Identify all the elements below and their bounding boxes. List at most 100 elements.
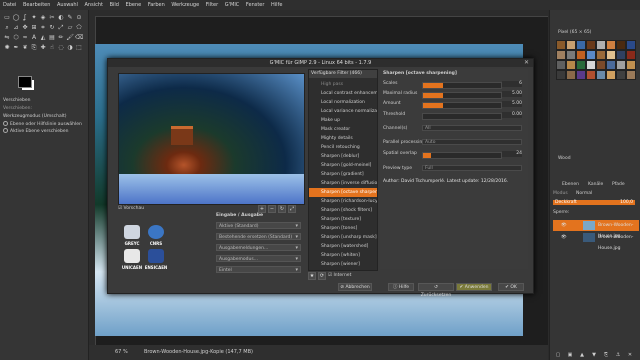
menu-layer[interactable]: Ebene — [126, 2, 142, 8]
scissors-icon[interactable]: ✂ — [48, 14, 56, 22]
pattern-swatch[interactable] — [626, 60, 636, 70]
tab-layers[interactable]: Ebenen — [562, 182, 579, 187]
option-move-active[interactable]: Aktive Ebene verschieben — [3, 128, 69, 134]
heal-icon[interactable]: ✚ — [39, 44, 47, 52]
layer-row[interactable]: 👁 Brown-Wooden-House.jpg — [553, 220, 639, 239]
filter-item[interactable]: Sharpen [inverse diffusion] — [309, 179, 377, 188]
perspective-icon[interactable]: ⬠ — [75, 24, 83, 32]
spatial-overlap-slider[interactable] — [422, 152, 502, 159]
input-layers-select[interactable]: Aktive (Standard) — [216, 222, 301, 230]
eye-icon[interactable]: 👁 — [561, 232, 567, 243]
warp-icon[interactable]: ≈ — [21, 34, 29, 42]
smudge-icon[interactable]: ☝ — [48, 44, 56, 52]
airbrush-icon[interactable]: ✺ — [3, 44, 11, 52]
pattern-swatch[interactable] — [596, 70, 606, 80]
lower-layer-icon[interactable]: ▼ — [590, 352, 598, 358]
ok-button[interactable]: ✔ OK — [498, 283, 524, 291]
eye-icon[interactable]: 👁 — [561, 220, 567, 231]
pattern-swatch[interactable] — [586, 50, 596, 60]
ellipse-select-icon[interactable]: ◯ — [12, 14, 20, 22]
pattern-swatch[interactable] — [576, 40, 586, 50]
pattern-swatch[interactable] — [556, 40, 566, 50]
channels-select[interactable]: All — [422, 125, 522, 131]
preview-checkbox[interactable]: ☑ Vorschau — [118, 206, 144, 211]
menu-help[interactable]: Hilfe — [271, 2, 282, 8]
filter-item[interactable]: Sharpen [unsharp mask] — [309, 233, 377, 242]
text-icon[interactable]: A — [30, 34, 38, 42]
bucket-fill-icon[interactable]: ◭ — [39, 34, 47, 42]
amount-slider[interactable] — [422, 102, 502, 109]
filter-item[interactable]: Mighty details — [309, 134, 377, 143]
shear-icon[interactable]: ▱ — [66, 24, 74, 32]
rect-select-icon[interactable]: ▭ — [3, 14, 11, 22]
zoom-out-icon[interactable]: − — [268, 205, 276, 213]
zoom-fit-icon[interactable]: ⤢ — [288, 205, 296, 213]
rotate-icon[interactable]: ↻ — [48, 24, 56, 32]
paintbrush-icon[interactable]: 🖌 — [66, 34, 74, 42]
filter-item[interactable]: Pencil retouching — [309, 143, 377, 152]
pattern-swatch[interactable] — [626, 40, 636, 50]
pattern-swatch[interactable] — [616, 60, 626, 70]
paths-icon[interactable]: ✎ — [66, 14, 74, 22]
apply-button[interactable]: ✔ Anwenden — [456, 283, 492, 291]
ink-icon[interactable]: ✒ — [12, 44, 20, 52]
dodge-burn-icon[interactable]: ◑ — [66, 44, 74, 52]
pattern-swatch[interactable] — [586, 70, 596, 80]
raise-layer-icon[interactable]: ▲ — [578, 352, 586, 358]
menu-gmic[interactable]: G'MIC — [225, 2, 240, 8]
preview-split-select[interactable]: Eintel — [216, 266, 301, 274]
scale-icon[interactable]: ⤢ — [57, 24, 65, 32]
filter-item[interactable]: High pass — [309, 80, 377, 89]
anchor-layer-icon[interactable]: ⚓ — [614, 352, 622, 358]
pattern-swatch[interactable] — [576, 70, 586, 80]
reset-button[interactable]: ↺ Zurücksetzen — [418, 283, 454, 298]
output-mode-select[interactable]: Bestehende ersetzen (Standard) — [216, 233, 301, 241]
scales-value[interactable]: 6 — [502, 81, 522, 87]
filter-preview[interactable] — [118, 73, 305, 205]
pattern-swatch[interactable] — [596, 60, 606, 70]
layer-name[interactable]: Brown-Wooden-House.jpg — [598, 232, 639, 254]
pattern-swatch[interactable] — [606, 50, 616, 60]
crop-icon[interactable]: ⌗ — [39, 24, 47, 32]
max-radius-slider[interactable] — [422, 92, 502, 99]
fuzzy-select-icon[interactable]: ✦ — [30, 14, 38, 22]
zoom-icon[interactable]: ⌕ — [3, 24, 11, 32]
option-pick-layer[interactable]: Ebene oder Hilfslinie auswählen — [3, 121, 82, 127]
menu-colors[interactable]: Farben — [148, 2, 165, 8]
filter-item[interactable]: Sharpen [texture] — [309, 215, 377, 224]
blur-icon[interactable]: ◌ — [57, 44, 65, 52]
pattern-swatch[interactable] — [556, 70, 566, 80]
delete-layer-icon[interactable]: ✕ — [626, 352, 634, 358]
pencil-icon[interactable]: ✏ — [57, 34, 65, 42]
filter-item[interactable]: Sharpen [watershed] — [309, 242, 377, 251]
filter-item[interactable]: Sharpen [tones] — [309, 224, 377, 233]
cage-icon[interactable]: ⬡ — [12, 34, 20, 42]
amount-value[interactable]: 5.00 — [502, 101, 522, 107]
pattern-swatch[interactable] — [566, 70, 576, 80]
pattern-swatch[interactable] — [576, 50, 586, 60]
scales-slider[interactable] — [422, 82, 502, 89]
pattern-swatch[interactable] — [616, 70, 626, 80]
new-layer-icon[interactable]: ▢ — [554, 352, 562, 358]
update-icon[interactable]: ⟳ — [318, 272, 326, 280]
output-preview-select[interactable]: Ausgabemodus... — [216, 255, 301, 263]
filter-item[interactable]: Local normalization — [309, 98, 377, 107]
measure-icon[interactable]: ⊿ — [12, 24, 20, 32]
favorite-icon[interactable]: ★ — [308, 272, 316, 280]
filter-item[interactable]: Sharpen [wiener] — [309, 260, 377, 269]
menu-tools[interactable]: Werkzeuge — [171, 2, 199, 8]
menu-file[interactable]: Datei — [3, 2, 16, 8]
spatial-overlap-value[interactable]: 24 — [502, 151, 522, 157]
pattern-swatch[interactable] — [626, 50, 636, 60]
filter-item[interactable]: Sharpen [gold-meinel] — [309, 161, 377, 170]
filter-item[interactable]: Sharpen [gradient] — [309, 170, 377, 179]
pattern-swatch[interactable] — [596, 40, 606, 50]
zoom-in-icon[interactable]: + — [258, 205, 266, 213]
filter-item[interactable]: Sharpen [octave sharpening] — [309, 188, 377, 197]
lasso-icon[interactable]: ʆ — [21, 14, 29, 22]
pattern-swatch[interactable] — [566, 50, 576, 60]
menu-view[interactable]: Ansicht — [85, 2, 103, 8]
clone-icon[interactable]: ⎘ — [30, 44, 38, 52]
internet-checkbox[interactable]: ☑ Internet — [328, 273, 351, 278]
threshold-slider[interactable] — [422, 113, 502, 120]
